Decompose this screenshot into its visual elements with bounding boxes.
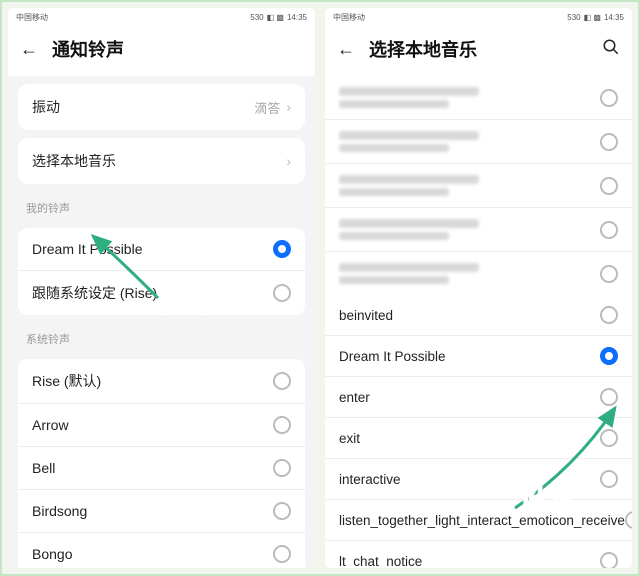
music-row-blurred[interactable]	[325, 164, 632, 208]
music-label: listen_together_light_interact_emoticon_…	[339, 513, 625, 528]
row-local-music[interactable]: 选择本地音乐 ›	[18, 138, 305, 184]
music-label: beinvited	[339, 308, 600, 323]
music-row[interactable]: Dream It Possible	[325, 336, 632, 377]
ringtone-label: Bongo	[32, 546, 273, 562]
music-row[interactable]: listen_together_light_interact_emoticon_…	[325, 500, 632, 541]
ringtone-label: Bell	[32, 460, 273, 476]
title-bar: ← 选择本地音乐	[325, 26, 632, 76]
radio-icon[interactable]	[600, 89, 618, 107]
music-label: exit	[339, 431, 600, 446]
status-bar: 中国移动 530◧ ▩14:35	[325, 8, 632, 26]
search-icon[interactable]	[602, 38, 620, 61]
radio-icon[interactable]	[600, 265, 618, 283]
carrier-label: 中国移动	[16, 12, 48, 23]
chevron-right-icon: ›	[286, 153, 291, 169]
content-area: beinvited Dream It Possible enter exit inter…	[325, 76, 632, 568]
radio-icon[interactable]	[600, 177, 618, 195]
ringtone-label: Birdsong	[32, 503, 273, 519]
music-row-blurred[interactable]	[325, 252, 632, 295]
radio-icon[interactable]	[600, 470, 618, 488]
music-label: interactive	[339, 472, 600, 487]
radio-icon[interactable]	[600, 347, 618, 365]
music-label: lt_chat_notice	[339, 554, 600, 569]
radio-icon[interactable]	[600, 552, 618, 568]
radio-icon[interactable]	[600, 133, 618, 151]
radio-icon[interactable]	[273, 284, 291, 302]
music-row-blurred[interactable]	[325, 76, 632, 120]
ringtone-row[interactable]: Birdsong	[18, 490, 305, 533]
ringtone-row[interactable]: Rise (默认)	[18, 359, 305, 404]
ringtone-row[interactable]: Bongo	[18, 533, 305, 568]
radio-icon[interactable]	[273, 372, 291, 390]
radio-icon[interactable]	[625, 511, 632, 529]
radio-icon[interactable]	[600, 429, 618, 447]
page-title: 选择本地音乐	[369, 36, 588, 62]
vibrate-value: 滴答	[254, 98, 280, 117]
carrier-label: 中国移动	[333, 12, 365, 23]
ringtone-row[interactable]: 跟随系统设定 (Rise)	[18, 271, 305, 315]
local-music-label: 选择本地音乐	[32, 151, 286, 171]
back-icon[interactable]: ←	[20, 39, 38, 60]
music-row[interactable]: interactive	[325, 459, 632, 500]
row-vibrate[interactable]: 振动 滴答 ›	[18, 84, 305, 130]
content-area: 振动 滴答 › 选择本地音乐 › 我的铃声 Dream It Possible 跟…	[8, 76, 315, 568]
ringtone-label: Rise (默认)	[32, 371, 273, 391]
page-title: 通知铃声	[52, 36, 303, 62]
radio-icon[interactable]	[600, 221, 618, 239]
music-label: Dream It Possible	[339, 349, 600, 364]
radio-icon[interactable]	[273, 459, 291, 477]
section-sys-ringtones: 系统铃声	[8, 323, 315, 351]
chevron-right-icon: ›	[286, 99, 291, 115]
radio-icon[interactable]	[600, 306, 618, 324]
radio-icon[interactable]	[273, 416, 291, 434]
ringtone-row[interactable]: Bell	[18, 447, 305, 490]
music-row[interactable]: enter	[325, 377, 632, 418]
music-label: enter	[339, 390, 600, 405]
title-bar: ← 通知铃声	[8, 26, 315, 76]
back-icon[interactable]: ←	[337, 39, 355, 60]
radio-icon[interactable]	[600, 388, 618, 406]
music-row[interactable]: beinvited	[325, 295, 632, 336]
radio-icon[interactable]	[273, 240, 291, 258]
ringtone-label: Arrow	[32, 417, 273, 433]
phone-left: 中国移动 530◧ ▩14:35 ← 通知铃声 振动 滴答 › 选择本地音乐 ›…	[8, 8, 315, 568]
radio-icon[interactable]	[273, 502, 291, 520]
music-row-blurred[interactable]	[325, 120, 632, 164]
music-row-blurred[interactable]	[325, 208, 632, 252]
ringtone-label: 跟随系统设定 (Rise)	[32, 283, 273, 303]
section-my-ringtones: 我的铃声	[8, 192, 315, 220]
phone-right: 中国移动 530◧ ▩14:35 ← 选择本地音乐 beinvited Dream…	[325, 8, 632, 568]
ringtone-row[interactable]: Dream It Possible	[18, 228, 305, 271]
music-row[interactable]: exit	[325, 418, 632, 459]
vibrate-label: 振动	[32, 97, 254, 117]
ringtone-label: Dream It Possible	[32, 241, 273, 257]
music-row[interactable]: lt_chat_notice	[325, 541, 632, 568]
ringtone-row[interactable]: Arrow	[18, 404, 305, 447]
status-bar: 中国移动 530◧ ▩14:35	[8, 8, 315, 26]
radio-icon[interactable]	[273, 545, 291, 563]
